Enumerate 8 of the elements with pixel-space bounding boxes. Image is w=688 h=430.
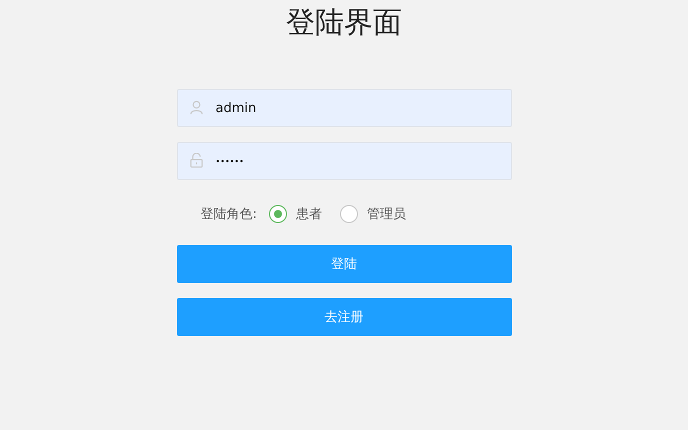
role-label: 登陆角色: [200, 206, 257, 223]
role-option[interactable]: 管理员 [340, 205, 406, 223]
username-field[interactable]: admin [176, 89, 512, 127]
password-field[interactable]: •••••• [176, 142, 512, 180]
page-title: 登陆界面 [285, 4, 403, 41]
role-option[interactable]: 患者 [268, 205, 322, 223]
radio-button[interactable] [268, 205, 287, 223]
radio-button[interactable] [340, 205, 358, 223]
